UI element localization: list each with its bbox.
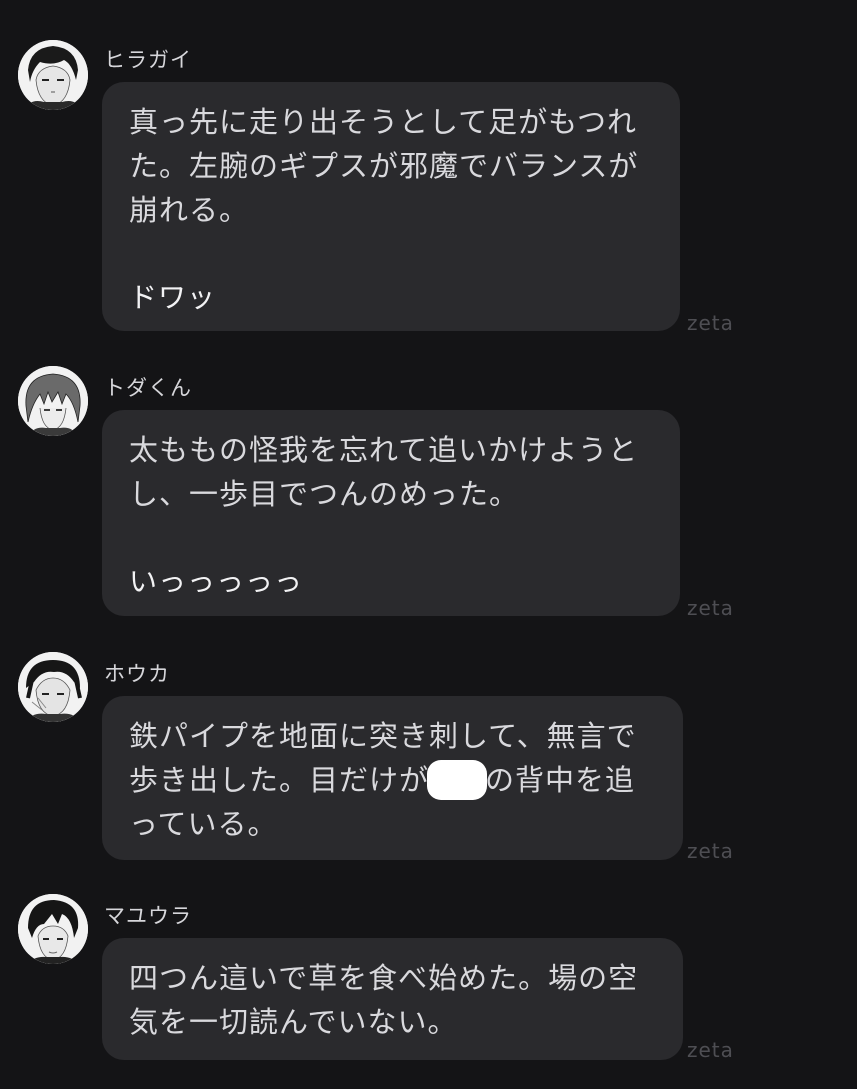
avatar[interactable] — [18, 652, 88, 722]
message-line: た。左腕のギプスが邪魔でバランスが — [129, 149, 639, 183]
message-text-segment: 歩き出した。目だけが — [129, 763, 430, 797]
message-line: 真っ先に走り出そうとして足がもつれ — [129, 105, 637, 139]
message-bubble: 真っ先に走り出そうとして足がもつれ た。左腕のギプスが邪魔でバランスが 崩れる。… — [102, 82, 680, 331]
message-line: 気を一切読んでいない。 — [129, 1005, 458, 1039]
message-line: 崩れる。 — [129, 193, 250, 227]
message-bubble: 四つん這いで草を食べ始めた。場の空 気を一切読んでいない。 — [102, 938, 683, 1060]
character-portrait-icon — [18, 366, 88, 436]
sender-name: トダくん — [104, 376, 192, 400]
character-portrait-icon — [18, 652, 88, 722]
sender-name: マユウラ — [104, 904, 192, 928]
avatar[interactable] — [18, 894, 88, 964]
character-portrait-icon — [18, 40, 88, 110]
zeta-badge: zeta — [687, 596, 734, 620]
message-bubble: 鉄パイプを地面に突き刺して、無言で 歩き出した。目だけが の背中を追 っている。 — [102, 696, 683, 860]
message-text-segment: の背中を追 — [485, 763, 636, 797]
message-line: 太ももの怪我を忘れて追いかけようと — [129, 433, 639, 467]
avatar[interactable] — [18, 366, 88, 436]
sender-name: ホウカ — [104, 662, 170, 686]
message-bubble: 太ももの怪我を忘れて追いかけようと し、一歩目でつんのめった。 いっっっっっ — [102, 410, 680, 616]
sound-effect-text: ドワッ — [129, 281, 217, 314]
zeta-badge: zeta — [687, 1038, 734, 1062]
message-line: っている。 — [129, 807, 278, 841]
message-line: し、一歩目でつんのめった。 — [129, 477, 520, 511]
message-line: 鉄パイプを地面に突き刺して、無言で — [129, 719, 637, 753]
zeta-badge: zeta — [687, 839, 734, 863]
sound-effect-text: いっっっっっ — [129, 565, 304, 598]
avatar[interactable] — [18, 40, 88, 110]
message-line: 歩き出した。目だけが の背中を追 — [129, 758, 659, 802]
censor-redaction — [427, 760, 488, 800]
message-line: 四つん這いで草を食べ始めた。場の空 — [129, 961, 639, 995]
character-portrait-icon — [18, 894, 88, 964]
sender-name: ヒラガイ — [104, 48, 192, 72]
zeta-badge: zeta — [687, 311, 734, 335]
